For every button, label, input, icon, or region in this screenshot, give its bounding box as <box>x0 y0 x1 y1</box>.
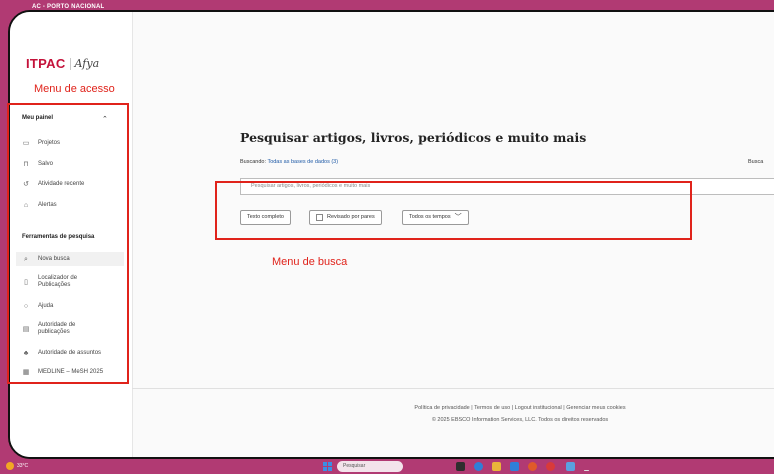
databases-link[interactable]: Todas as bases de dados (3) <box>267 159 338 165</box>
app-indicator <box>584 470 589 471</box>
edge-icon[interactable] <box>474 462 483 471</box>
annotation-box-sidebar <box>7 103 129 384</box>
page-title: Pesquisar artigos, livros, periódicos e … <box>240 130 587 145</box>
annotation-menu-acesso: Menu de acesso <box>34 83 115 95</box>
taskbar: 33°C Pesquisar <box>0 459 774 474</box>
store-icon[interactable] <box>510 462 519 471</box>
app-icon[interactable] <box>566 462 575 471</box>
footer-divider <box>132 388 774 389</box>
footer-copyright: © 2025 EBSCO Information Services, LLC. … <box>431 417 609 423</box>
logo-afya: Afya <box>74 57 100 70</box>
busca-link[interactable]: Busca <box>748 159 763 165</box>
weather-widget[interactable]: 33°C <box>6 462 28 470</box>
taskbar-search[interactable]: Pesquisar <box>337 461 403 472</box>
logo-itpac: ITPAC <box>26 56 66 71</box>
chrome-icon[interactable] <box>546 462 555 471</box>
windows-start-icon[interactable] <box>323 462 332 471</box>
searching-label: Buscando: <box>240 159 266 165</box>
searching-databases: Buscando: Todas as bases de dados (3) <box>240 159 338 165</box>
folder-icon[interactable] <box>492 462 501 471</box>
logo[interactable]: ITPAC Afya <box>26 56 99 71</box>
sun-icon <box>6 462 14 470</box>
footer-links[interactable]: Política de privacidade | Termos de uso … <box>300 405 740 411</box>
annotation-box-search <box>215 181 692 240</box>
browser-icon[interactable] <box>528 462 537 471</box>
weather-temperature: 33°C <box>17 463 29 469</box>
annotation-menu-busca: Menu de busca <box>272 256 348 268</box>
logo-divider <box>69 57 71 70</box>
task-view-icon[interactable] <box>456 462 465 471</box>
